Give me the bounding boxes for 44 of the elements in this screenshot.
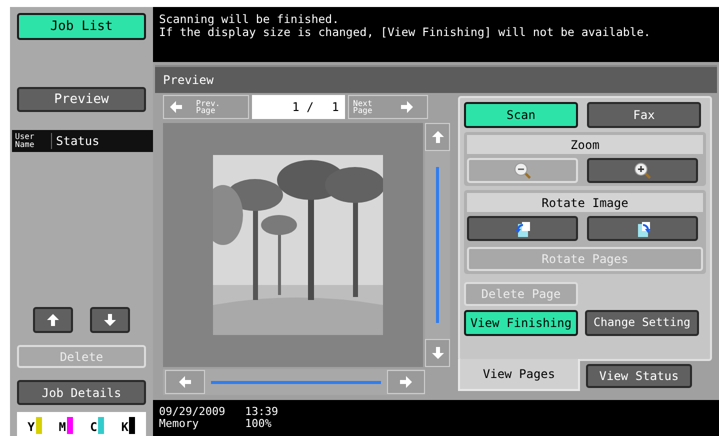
section-label: Rotate Image <box>467 193 703 212</box>
date-text: 09/29/2009 <box>159 406 226 418</box>
left-arrow-icon <box>170 101 182 113</box>
scroll-left-button[interactable] <box>165 370 205 394</box>
scroll-down-button[interactable] <box>90 307 130 333</box>
up-arrow-icon <box>432 131 444 143</box>
preview-button[interactable]: Preview <box>17 87 146 112</box>
time-text: 13:39 <box>245 406 280 418</box>
scroll-up-button[interactable] <box>33 307 73 333</box>
up-arrow-icon <box>47 314 59 326</box>
message-text: If the display size is changed, [View Finishing] will not be available. <box>159 26 652 39</box>
rotate-left-button[interactable] <box>467 216 578 241</box>
down-arrow-icon <box>104 314 116 326</box>
down-arrow-icon <box>432 347 444 359</box>
view-tab[interactable]: View Status <box>586 364 692 388</box>
zoom-in-icon <box>634 162 652 180</box>
view-finishing-button[interactable]: View Finishing <box>464 310 578 336</box>
memory-value: 100% <box>245 418 272 430</box>
section-label: Zoom <box>467 135 703 154</box>
view-tab[interactable]: View Pages <box>458 359 580 391</box>
job-details-button[interactable]: Job Details <box>17 380 146 405</box>
job-list-button[interactable]: Job List <box>17 13 146 40</box>
scroll-right-button[interactable] <box>387 370 425 394</box>
mode-tab[interactable]: Fax <box>587 102 701 128</box>
change-setting-button[interactable]: Change Setting <box>585 310 699 336</box>
toner-label: M <box>58 421 66 434</box>
zoom-out-icon <box>514 162 532 180</box>
column-header: Status <box>55 133 100 150</box>
toner-label: C <box>90 421 98 434</box>
toner-label: Y <box>28 421 35 434</box>
total-pages: 1 <box>332 99 339 116</box>
message-text: Scanning will be finished. <box>159 13 340 26</box>
toner-label: K <box>121 421 128 434</box>
memory-label: Memory <box>159 418 200 430</box>
rotate-left-icon <box>514 220 532 238</box>
right-arrow-icon <box>401 101 413 113</box>
current-page: 1 / <box>292 99 314 116</box>
mode-tab[interactable]: Scan <box>464 102 578 128</box>
column-header: User Name <box>12 133 52 149</box>
right-arrow-icon <box>400 376 412 388</box>
rotate-right-button[interactable] <box>587 216 698 241</box>
left-arrow-icon <box>179 376 191 388</box>
panel-title: Preview <box>163 72 214 89</box>
zoom-in-button[interactable] <box>587 158 698 183</box>
